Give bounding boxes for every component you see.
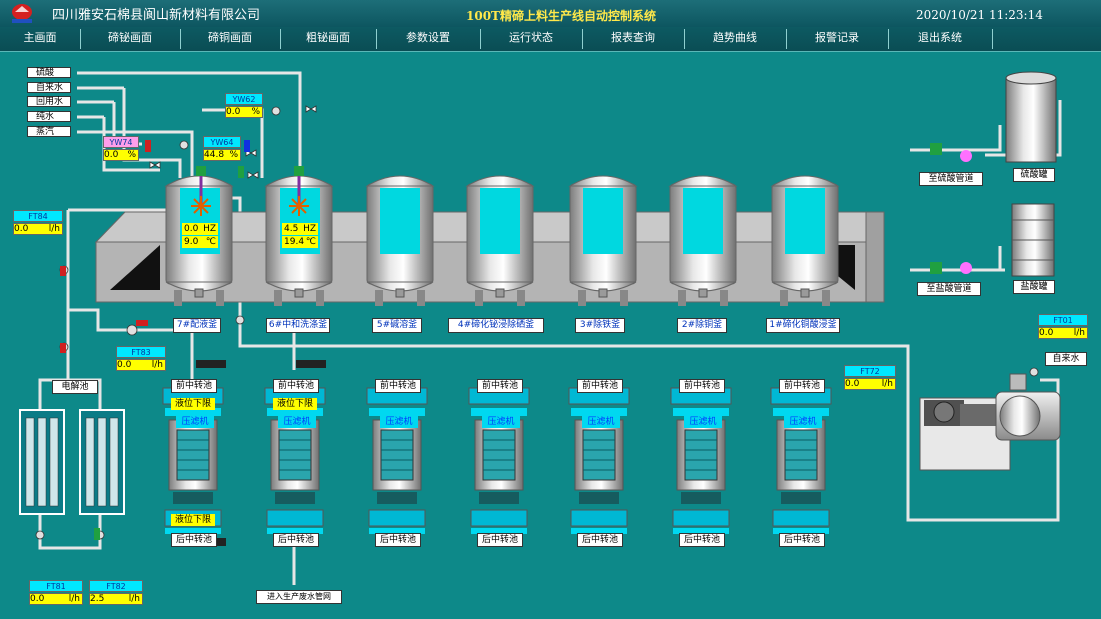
nav-params[interactable]: 参数设置 bbox=[376, 27, 480, 51]
front-pool-6: 前中转池 bbox=[679, 379, 725, 393]
rear-pool-5: 后中转池 bbox=[577, 533, 623, 547]
inlet-sulfuric-acid: 硫酸 bbox=[27, 67, 71, 78]
nav-crude-bi[interactable]: 粗铋画面 bbox=[280, 27, 376, 51]
press-label-7[interactable]: 压滤机 bbox=[784, 416, 822, 428]
ft83-tag[interactable]: FT83 bbox=[116, 346, 166, 358]
press-label-6[interactable]: 压滤机 bbox=[684, 416, 722, 428]
rear-pool-4: 后中转池 bbox=[477, 533, 523, 547]
yw62-tag[interactable]: YW62 bbox=[225, 93, 263, 105]
yw74-tag[interactable]: YW74 bbox=[103, 136, 139, 148]
front-pool-4: 前中转池 bbox=[477, 379, 523, 393]
tank6-freq: 4.5 HZ bbox=[282, 223, 318, 235]
process-diagram bbox=[19, 71, 1062, 585]
inlet-tap-water: 自来水 bbox=[27, 82, 71, 93]
nav-exit[interactable]: 退出系统 bbox=[888, 27, 992, 51]
nav-alarms[interactable]: 报警记录 bbox=[786, 27, 888, 51]
press-label-5[interactable]: 压滤机 bbox=[582, 416, 620, 428]
ft82-value: 2.5 l/h bbox=[89, 593, 143, 605]
nav-trends[interactable]: 趋势曲线 bbox=[684, 27, 786, 51]
ft83-value: 0.0 l/h bbox=[116, 359, 166, 371]
tank7-freq: 0.0 HZ bbox=[182, 223, 218, 235]
ft01-tag[interactable]: FT01 bbox=[1038, 314, 1088, 326]
nav-reports[interactable]: 报表查询 bbox=[582, 27, 684, 51]
tap-water-label: 自来水 bbox=[1045, 352, 1087, 366]
level-warning-upper-1: 液位下限 bbox=[171, 398, 215, 410]
system-title: 100T精碲上料生产线自动控制系统 bbox=[466, 9, 656, 23]
inlet-pure-water: 纯水 bbox=[27, 111, 71, 122]
acid-tank-label[interactable]: 硫酸罐 bbox=[1013, 168, 1055, 182]
ft72-tag[interactable]: FT72 bbox=[844, 365, 896, 377]
nav-main[interactable]: 主画面 bbox=[0, 27, 80, 51]
tank-label-4[interactable]: 4#碲化铋浸除硒釜 bbox=[448, 318, 544, 333]
ft72-value: 0.0 l/h bbox=[844, 378, 896, 390]
rear-pool-6: 后中转池 bbox=[679, 533, 725, 547]
company-logo bbox=[12, 4, 32, 23]
nav-te-cu[interactable]: 碲铜画面 bbox=[180, 27, 280, 51]
rear-pool-3: 后中转池 bbox=[375, 533, 421, 547]
tank-label-1[interactable]: 1#碲化铜酸浸釜 bbox=[766, 318, 840, 333]
press-label-1[interactable]: 压滤机 bbox=[176, 416, 214, 428]
front-pool-3: 前中转池 bbox=[375, 379, 421, 393]
front-pool-2: 前中转池 bbox=[273, 379, 319, 393]
nav-status[interactable]: 运行状态 bbox=[480, 27, 582, 51]
rear-pool-1: 后中转池 bbox=[171, 533, 217, 547]
ft82-tag[interactable]: FT82 bbox=[89, 580, 143, 592]
tank-label-2[interactable]: 2#除铜釜 bbox=[677, 318, 727, 333]
inlet-steam: 蒸汽 bbox=[27, 126, 71, 137]
yw74-value: 0.0 % bbox=[103, 149, 139, 161]
ft01-value: 0.0 l/h bbox=[1038, 327, 1088, 339]
ft84-tag[interactable]: FT84 bbox=[13, 210, 63, 222]
press-label-3[interactable]: 压滤机 bbox=[380, 416, 418, 428]
tank-label-5[interactable]: 5#碱溶釜 bbox=[372, 318, 422, 333]
front-pool-5: 前中转池 bbox=[577, 379, 623, 393]
hcl-tank-label[interactable]: 盐酸罐 bbox=[1013, 280, 1055, 294]
front-pool-1: 前中转池 bbox=[171, 379, 217, 393]
level-warning-upper-2: 液位下限 bbox=[273, 398, 317, 410]
yw64-value: 44.8 % bbox=[203, 149, 241, 161]
company-name: 四川雅安石棉县阆山新材料有限公司 bbox=[52, 8, 261, 23]
rear-pool-2: 后中转池 bbox=[273, 533, 319, 547]
electrolysis-label: 电解池 bbox=[52, 380, 98, 394]
level-warning-lower-1: 液位下限 bbox=[171, 514, 215, 526]
to-acid-pipe-label: 至硫酸管道 bbox=[919, 172, 983, 186]
ft81-value: 0.0 l/h bbox=[29, 593, 83, 605]
tank7-temp: 9.0 ℃ bbox=[182, 236, 218, 248]
inlet-reuse-water: 回用水 bbox=[27, 96, 71, 107]
tank-label-3[interactable]: 3#除铁釜 bbox=[575, 318, 625, 333]
tank6-temp: 19.4 ℃ bbox=[282, 236, 318, 248]
rear-pool-7: 后中转池 bbox=[779, 533, 825, 547]
ft81-tag[interactable]: FT81 bbox=[29, 580, 83, 592]
nav-te-bi[interactable]: 碲铋画面 bbox=[80, 27, 180, 51]
waste-pipe-label: 进入生产废水管网 bbox=[256, 590, 342, 604]
to-hcl-pipe-label: 至盐酸管道 bbox=[917, 282, 981, 296]
tank-label-6[interactable]: 6#中和洗涤釜 bbox=[266, 318, 330, 333]
front-pool-7: 前中转池 bbox=[779, 379, 825, 393]
press-label-2[interactable]: 压滤机 bbox=[278, 416, 316, 428]
yw62-value: 0.0 % bbox=[225, 106, 263, 118]
press-label-4[interactable]: 压滤机 bbox=[482, 416, 520, 428]
yw64-tag[interactable]: YW64 bbox=[203, 136, 241, 148]
ft84-value: 0.0 l/h bbox=[13, 223, 63, 235]
tank-label-7[interactable]: 7#配液釜 bbox=[173, 318, 221, 333]
datetime-display: 2020/10/21 11:23:14 bbox=[916, 8, 1043, 22]
